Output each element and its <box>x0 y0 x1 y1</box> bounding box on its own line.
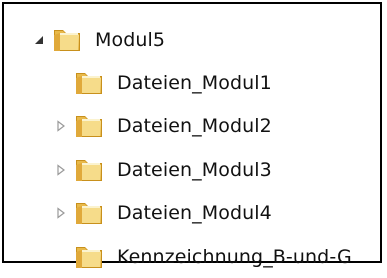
folder-icon <box>76 246 102 268</box>
folder-icon <box>54 29 80 51</box>
tree-item-kennzeichnung[interactable]: Kennzeichnung_B-und-G <box>4 235 380 278</box>
folder-icon <box>76 73 102 95</box>
tree-item-label: Dateien_Modul2 <box>117 115 272 138</box>
tree-item-dateien-modul4[interactable]: Dateien_Modul4 <box>4 192 380 235</box>
folder-icon <box>76 159 102 181</box>
folder-tree-panel: Modul5 Dateien_Modul1 Dateien_Modul2 Dat… <box>2 2 382 268</box>
tree-item-dateien-modul2[interactable]: Dateien_Modul2 <box>4 105 380 148</box>
tree-item-label: Dateien_Modul1 <box>117 72 272 95</box>
tree-item-modul5[interactable]: Modul5 <box>4 18 380 61</box>
collapsed-triangle-icon[interactable] <box>54 119 68 133</box>
tree-item-dateien-modul3[interactable]: Dateien_Modul3 <box>4 148 380 191</box>
collapsed-triangle-icon[interactable] <box>54 206 68 220</box>
tree-item-label: Dateien_Modul4 <box>117 202 272 225</box>
folder-icon <box>76 116 102 138</box>
tree-item-dateien-modul1[interactable]: Dateien_Modul1 <box>4 61 380 104</box>
folder-tree: Modul5 Dateien_Modul1 Dateien_Modul2 Dat… <box>4 18 380 278</box>
collapsed-triangle-icon[interactable] <box>54 163 68 177</box>
folder-icon <box>76 203 102 225</box>
expanded-triangle-icon[interactable] <box>32 33 46 47</box>
tree-item-label: Kennzeichnung_B-und-G <box>117 245 352 268</box>
tree-item-label: Modul5 <box>95 28 166 51</box>
tree-item-label: Dateien_Modul3 <box>117 158 272 181</box>
